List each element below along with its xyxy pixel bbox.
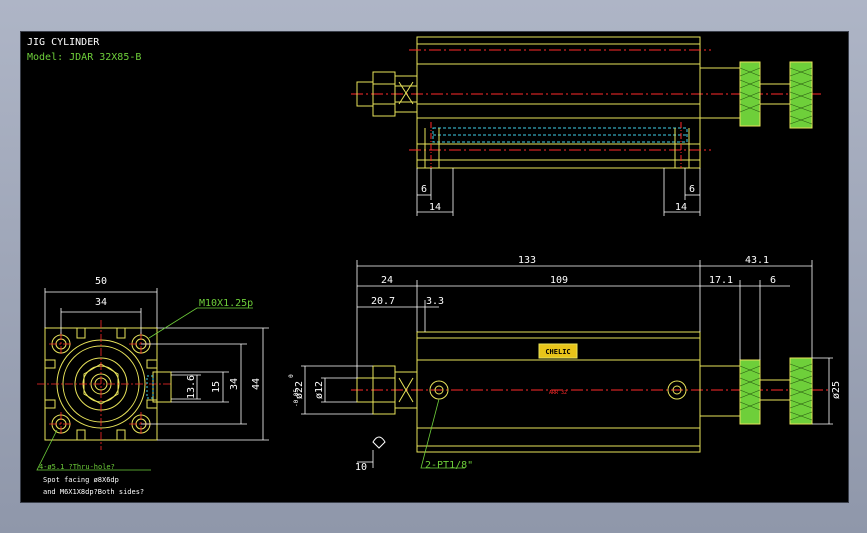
hole-note-2: Spot facing ø8X6dp (43, 476, 119, 484)
dim-front-34-top: 34 (95, 297, 107, 308)
dim-dia-25: ø25 (831, 381, 842, 399)
side-rod-cover (699, 365, 741, 417)
side-knurl-left (739, 359, 761, 425)
thread-leader (148, 307, 253, 339)
top-body-outline (416, 36, 701, 169)
dim-rod-17-1: 17.1 (709, 275, 733, 286)
thread-label: M10X1.25p (199, 298, 253, 309)
hole-note-3: and M6X1X8dp?Both sides? (43, 488, 144, 496)
dim-rod-6: 6 (770, 275, 776, 286)
clip-symbol (372, 436, 386, 449)
port-leader (420, 398, 465, 469)
side-view: CHELIC ARR 32 133 43.1 24 109 17.1 6 20.… (288, 255, 842, 473)
top-dim-lines (416, 168, 701, 216)
hole-note-1: 4-ø5.1 ?Thru-hole? (39, 463, 115, 471)
front-port-hidden (146, 375, 154, 399)
dim-top-right-6: 6 (689, 184, 695, 195)
drawing-model: Model: JDAR 32X85-B (27, 52, 141, 63)
dim-nut-3-3: 3.3 (426, 296, 444, 307)
body-arrow-text: ARR 32 (549, 390, 567, 396)
dim-rod-43-1: 43.1 (745, 255, 769, 266)
dim-top-left-14: 14 (429, 202, 441, 213)
port-label: 2-PT1/8" (425, 460, 473, 471)
nameplate-text: CHELIC (545, 348, 570, 356)
drawing-title: JIG CYLINDER (27, 37, 100, 48)
top-view: 6 14 6 14 (351, 36, 821, 216)
dim-front-50: 50 (95, 276, 107, 287)
dim-top-left-6: 6 (421, 184, 427, 195)
dim-end-10: 10 (355, 462, 367, 473)
drawing-canvas[interactable]: JIG CYLINDER Model: JDAR 32X85-B 6 14 6 … (20, 31, 849, 503)
top-rod-cover (699, 67, 741, 119)
dim-nut-20-7: 20.7 (371, 296, 395, 307)
dim-front-13-6: 13.6 (186, 375, 197, 399)
cad-drawing: JIG CYLINDER Model: JDAR 32X85-B 6 14 6 … (27, 36, 842, 496)
front-side-port (152, 371, 172, 403)
dim-body-109: 109 (550, 275, 568, 286)
front-view: 50 34 13.6 15 34 44 M10X1.25p 4-ø5.1 ?Th… (36, 276, 269, 496)
dim-dia-22-tol-lower: -0.05 (293, 389, 300, 407)
dim-front-34-side: 34 (229, 378, 240, 390)
top-knurl-left (739, 61, 761, 127)
dim-flange-24: 24 (381, 275, 393, 286)
dim-top-right-14: 14 (675, 202, 687, 213)
dim-dia-22-tol-upper: 0 (288, 374, 295, 378)
dim-overall-133: 133 (518, 255, 536, 266)
dim-dia-12: ø12 (314, 381, 325, 399)
dim-front-44: 44 (251, 378, 262, 390)
dim-front-15: 15 (211, 381, 222, 393)
